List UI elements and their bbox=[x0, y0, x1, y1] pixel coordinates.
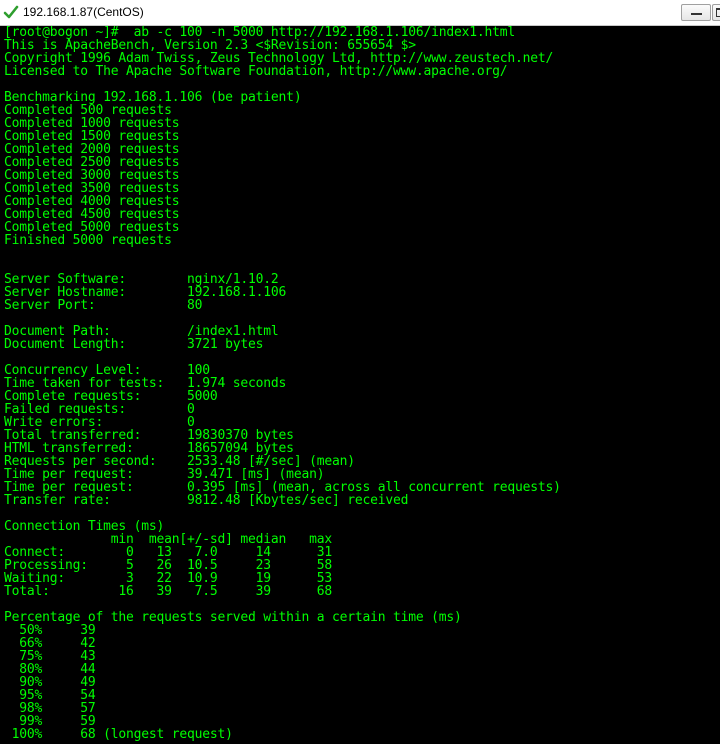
minimize-icon bbox=[691, 13, 702, 15]
maximize-button[interactable] bbox=[712, 4, 720, 21]
terminal-line: 100% 68 (longest request) bbox=[4, 727, 233, 742]
terminal-line: Total: 16 39 7.5 39 68 bbox=[4, 584, 332, 599]
terminal-line: Finished 5000 requests bbox=[4, 233, 172, 248]
terminal-line: Document Length: 3721 bytes bbox=[4, 337, 264, 352]
terminal-line: Server Port: 80 bbox=[4, 298, 203, 313]
window-title: 192.168.1.87(CentOS) bbox=[23, 5, 144, 19]
minimize-button[interactable] bbox=[681, 4, 711, 21]
terminal-line: Transfer rate: 9812.48 [Kbytes/sec] rece… bbox=[4, 493, 409, 508]
terminal-text: [root@bogon ~]# ab -c 100 -n 5000 http:/… bbox=[4, 26, 561, 741]
terminal-line: Licensed to The Apache Software Foundati… bbox=[4, 64, 508, 79]
maximize-icon bbox=[716, 8, 720, 17]
green-checkmark-icon bbox=[3, 5, 19, 19]
window-titlebar: 192.168.1.87(CentOS) bbox=[0, 0, 720, 26]
terminal-output[interactable]: [root@bogon ~]# ab -c 100 -n 5000 http:/… bbox=[0, 26, 720, 744]
